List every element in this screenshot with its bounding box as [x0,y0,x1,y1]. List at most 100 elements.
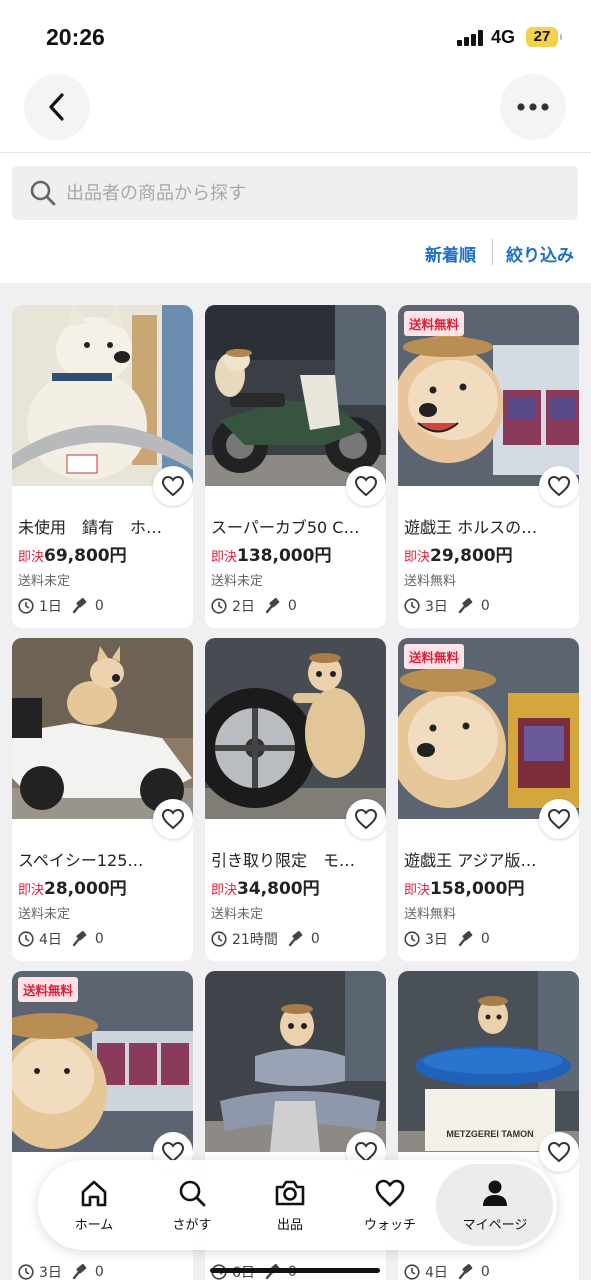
product-price: 29,800円 [430,546,513,566]
item-meta: 4日 0 [18,929,104,949]
heart-icon [354,475,378,497]
status-bar: 20:26 4G 27 [0,0,591,72]
shipping-info: 送料未定 [18,907,71,922]
watch-button[interactable] [539,466,579,506]
tab-label: ホーム [74,1217,114,1233]
product-price: 69,800円 [44,546,127,566]
bid-count: 0 [480,1264,490,1280]
time-left: 3日 [425,932,448,948]
item-meta: 21時間 0 [211,929,320,949]
tab-label: 出品 [276,1217,303,1233]
battery-icon: 27 [526,27,562,47]
search-box[interactable] [12,166,578,220]
item-meta: 3日 0 [404,929,490,949]
bid-count: 0 [287,598,297,614]
clock-icon [404,931,420,947]
search-input[interactable] [66,174,556,212]
back-button[interactable] [24,74,90,140]
product-card[interactable]: 送料無料 遊戯王 アジア版… 即決158,000円 送料無料 3日 0 [398,638,579,961]
bid-count: 0 [94,598,104,614]
price-prefix: 即決 [404,883,431,898]
product-card[interactable]: 送料無料 遊戯王 ホルスの… 即決29,800円 送料無料 3日 0 [398,305,579,628]
product-card[interactable]: 未使用 錆有 ホ… 即決69,800円 送料未定 1日 0 [12,305,193,628]
product-title: 遊戯王 アジア版… [404,851,537,870]
person-icon [483,1180,507,1206]
product-image [205,971,386,1152]
heart-icon [375,1179,405,1207]
watch-button[interactable] [153,466,193,506]
time-left: 3日 [39,1265,62,1280]
product-price: 138,000円 [237,546,332,566]
price-prefix: 即決 [18,883,45,898]
product-title: 遊戯王 ホルスの… [404,518,538,537]
time-left: 3日 [425,599,448,615]
price-prefix: 即決 [211,883,238,898]
search-icon [179,1180,206,1206]
item-meta: 1日 0 [18,596,104,616]
item-meta: 4日 0 [404,1262,490,1280]
watch-button[interactable] [153,799,193,839]
heart-icon [547,475,571,497]
bid-count: 0 [94,931,104,947]
price-row: 即決138,000円 [211,541,331,566]
tab-mypage[interactable]: マイページ [440,1160,550,1250]
search-section: 新着順 絞り込み [0,153,591,283]
item-meta: 2日 0 [211,596,297,616]
sort-newest-link[interactable]: 新着順 [425,241,476,266]
product-image [12,638,193,819]
watch-button[interactable] [539,799,579,839]
product-card[interactable]: 引き取り限定 モ… 即決34,800円 送料未定 21時間 0 [205,638,386,961]
bid-count: 0 [480,598,490,614]
price-prefix: 即決 [18,550,45,565]
bid-count: 0 [94,1264,104,1280]
shipping-info: 送料無料 [404,574,457,589]
tab-sell[interactable]: 出品 [248,1160,332,1250]
more-options-button[interactable] [500,74,566,140]
product-image [12,305,193,486]
product-price: 28,000円 [44,879,127,899]
filter-link[interactable]: 絞り込み [506,241,574,266]
product-card[interactable]: スペイシー125… 即決28,000円 送料未定 4日 0 [12,638,193,961]
item-meta: 3日 0 [404,596,490,616]
item-meta: 3日 0 [18,1262,104,1280]
camera-icon [275,1180,305,1205]
tab-home[interactable]: ホーム [52,1160,136,1250]
heart-icon [547,808,571,830]
more-dots-icon [517,103,549,111]
search-icon [30,180,56,206]
clock-icon [18,598,34,614]
product-image [205,305,386,486]
time-left: 4日 [425,1265,448,1280]
signal-icon [457,30,483,46]
price-row: 即決158,000円 [404,874,524,899]
tab-watch[interactable]: ウォッチ [344,1160,436,1250]
gavel-icon [458,931,473,947]
gavel-icon [72,931,87,947]
watch-button[interactable] [346,799,386,839]
free-shipping-badge: 送料無料 [404,644,465,669]
watch-button[interactable] [346,466,386,506]
free-shipping-badge: 送料無料 [404,311,465,336]
gavel-icon [288,931,303,947]
tab-label: マイページ [462,1217,528,1233]
tab-search[interactable]: さがす [150,1160,234,1250]
network-type: 4G [491,27,516,47]
shipping-info: 送料未定 [211,907,264,922]
sort-divider [492,239,493,265]
free-shipping-badge: 送料無料 [18,977,79,1002]
product-image: METZGEREI TAMON [398,971,579,1152]
clock-icon [18,1264,34,1280]
gavel-icon [72,1264,87,1280]
heart-icon [161,808,185,830]
bottom-tab-bar: ホーム さがす 出品 ウォッチ マイページ [38,1160,557,1250]
price-row: 即決34,800円 [211,874,320,899]
bid-count: 0 [310,931,320,947]
shipping-info: 送料未定 [18,574,71,589]
product-title: スペイシー125… [18,851,144,870]
product-card[interactable]: スーパーカブ50 C… 即決138,000円 送料未定 2日 0 [205,305,386,628]
top-nav [0,72,591,152]
clock-icon [404,1264,420,1280]
gavel-icon [458,598,473,614]
product-grid: 未使用 錆有 ホ… 即決69,800円 送料未定 1日 0 スーパーカブ50 C… [0,283,591,1280]
product-title: 引き取り限定 モ… [211,851,356,870]
